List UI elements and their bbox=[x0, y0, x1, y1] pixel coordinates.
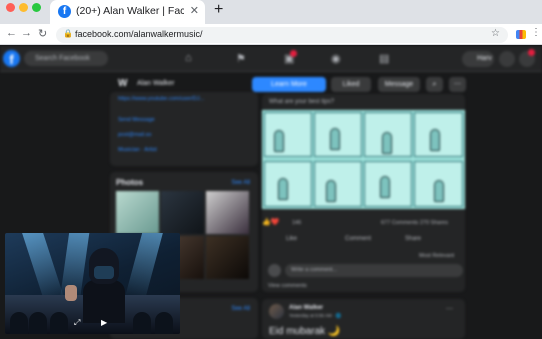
facebook-logo-icon[interactable]: f bbox=[3, 50, 20, 67]
post-timestamp: Yesterday at 5:56 AM · 🌐 bbox=[289, 313, 342, 318]
facebook-search-input[interactable]: Search Facebook bbox=[24, 51, 108, 66]
open-in-tab-icon[interactable]: ⤢ bbox=[74, 318, 80, 328]
profile-shortcut[interactable]: Harv bbox=[462, 51, 494, 67]
photos-title: Photos bbox=[116, 178, 144, 187]
photo-thumbnail[interactable] bbox=[206, 236, 249, 279]
post-author-avatar[interactable] bbox=[269, 304, 284, 319]
create-button[interactable] bbox=[499, 51, 515, 67]
reaction-count[interactable]: 146 bbox=[292, 220, 301, 226]
search-page-button[interactable]: ⌕ bbox=[426, 77, 443, 92]
forward-button[interactable]: → bbox=[21, 27, 32, 39]
post-options-icon[interactable]: ⋯ bbox=[446, 305, 453, 313]
share-button[interactable]: Share bbox=[405, 236, 421, 242]
comment-button[interactable]: Comment bbox=[345, 236, 371, 242]
performer-hand bbox=[65, 285, 77, 301]
facebook-top-bar: f Search Facebook ⌂ ⚑ ▣ ◉ ▤ Harv bbox=[0, 46, 542, 72]
browser-tab-bar: f (20+) Alan Walker | Facebook ✕ + bbox=[0, 0, 542, 24]
photo-thumbnail[interactable] bbox=[206, 191, 249, 234]
comments-shares-count[interactable]: 677 Comments 270 Shares bbox=[381, 220, 448, 226]
performer-figure bbox=[83, 248, 125, 323]
intro-email[interactable]: post@mail.so bbox=[118, 132, 151, 138]
groups-icon[interactable]: ◉ bbox=[331, 52, 341, 65]
url-text: facebook.com/alanwalkermusic/ bbox=[75, 29, 203, 39]
play-icon[interactable]: ▶ bbox=[101, 318, 107, 327]
post-body-text: Eid mubarak 🌙 bbox=[269, 326, 341, 337]
lock-icon: 🔒 bbox=[63, 29, 73, 38]
minimize-window-button[interactable] bbox=[19, 3, 28, 12]
intro-link-youtube[interactable]: https://www.youtube.com/user/DJ... bbox=[118, 96, 204, 102]
tab-close-button[interactable]: ✕ bbox=[190, 4, 199, 17]
intro-card: https://www.youtube.com/user/DJ... Send … bbox=[110, 92, 258, 166]
notification-dot bbox=[290, 50, 297, 57]
post-author-name[interactable]: Alan Walker bbox=[289, 305, 323, 311]
facebook-favicon-icon: f bbox=[58, 5, 71, 18]
photos-see-all-link[interactable]: See All bbox=[231, 180, 250, 186]
comic-image[interactable] bbox=[262, 110, 465, 209]
videos-see-all-link[interactable]: See All bbox=[231, 306, 250, 312]
messenger-badge bbox=[528, 49, 535, 56]
bookmark-star-icon[interactable]: ☆ bbox=[491, 28, 500, 39]
comment-input[interactable]: Write a comment... bbox=[285, 264, 463, 277]
page-header-bar: W Alan Walker Learn More Liked Message ⌕… bbox=[0, 73, 542, 95]
message-button[interactable]: Message bbox=[378, 77, 420, 92]
tab-facebook[interactable]: f (20+) Alan Walker | Facebook ✕ bbox=[50, 0, 205, 24]
back-button[interactable]: ← bbox=[6, 27, 17, 39]
picture-in-picture-player[interactable]: ⤢ ▶ bbox=[5, 233, 180, 334]
most-relevant-dropdown[interactable]: Most Relevant bbox=[419, 253, 454, 259]
pages-icon[interactable]: ⚑ bbox=[236, 52, 246, 65]
photo-thumbnail[interactable] bbox=[161, 191, 204, 234]
avatar bbox=[268, 264, 281, 277]
page-logo-icon: W bbox=[118, 78, 128, 89]
view-comments-link[interactable]: View comments bbox=[268, 283, 307, 289]
liked-button[interactable]: Liked bbox=[331, 77, 371, 92]
learn-more-button[interactable]: Learn More bbox=[252, 77, 326, 92]
like-button[interactable]: Like bbox=[286, 236, 297, 242]
home-icon[interactable]: ⌂ bbox=[185, 52, 192, 64]
browser-menu-button[interactable]: ⋮ bbox=[531, 27, 541, 38]
address-bar[interactable]: 🔒 facebook.com/alanwalkermusic/ ☆ bbox=[56, 27, 508, 43]
extension-icon[interactable] bbox=[516, 30, 526, 39]
tab-title: (20+) Alan Walker | Facebook bbox=[76, 5, 184, 17]
close-window-button[interactable] bbox=[6, 3, 15, 12]
new-tab-button[interactable]: + bbox=[214, 1, 223, 19]
intro-send-message[interactable]: Send Message bbox=[118, 117, 155, 123]
page-name: Alan Walker bbox=[137, 80, 175, 87]
more-button[interactable]: ⋯ bbox=[449, 77, 466, 92]
post-text: What are your best tips? bbox=[269, 99, 335, 105]
gaming-icon[interactable]: ▤ bbox=[379, 52, 389, 65]
browser-toolbar: ← → ↻ 🔒 facebook.com/alanwalkermusic/ ☆ … bbox=[0, 24, 542, 45]
reload-button[interactable]: ↻ bbox=[38, 27, 47, 40]
photo-thumbnail[interactable] bbox=[116, 191, 159, 234]
reactions-icon: 👍❤️ bbox=[262, 219, 280, 226]
intro-category: Musician · Artist bbox=[118, 147, 157, 153]
zoom-window-button[interactable] bbox=[32, 3, 41, 12]
